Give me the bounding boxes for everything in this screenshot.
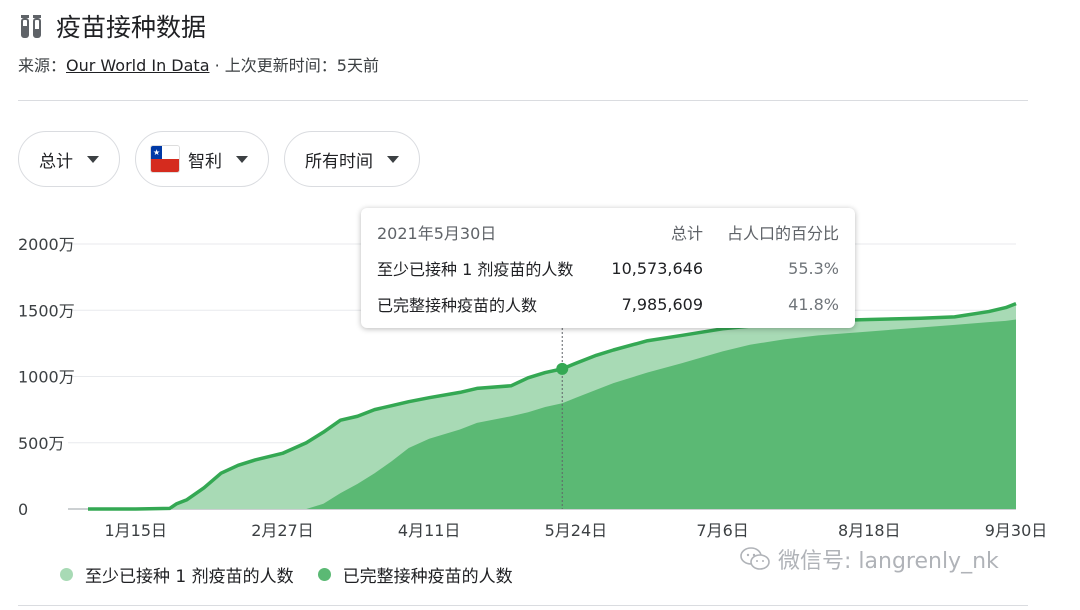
watermark: 微信号: langrenly_nk: [740, 543, 999, 575]
legend-label: 已完整接种疫苗的人数: [342, 567, 513, 587]
x-tick-label: 4月11日: [398, 521, 461, 540]
x-tick-label: 1月15日: [104, 521, 167, 540]
tooltip-row-label: 已完整接种疫苗的人数: [377, 296, 538, 315]
tooltip-col-pct: 占人口的百分比: [726, 224, 839, 243]
metric-label: 总计: [39, 151, 73, 172]
vaccine-icon: [21, 15, 41, 38]
page-title: 疫苗接种数据: [56, 13, 207, 42]
tooltip-row-pct: 55.3%: [788, 258, 839, 278]
chevron-down-icon: [387, 155, 399, 163]
divider: [18, 605, 1028, 606]
source-link[interactable]: Our World In Data: [66, 56, 209, 75]
x-tick-label: 9月30日: [985, 521, 1048, 540]
tooltip-row-pct: 41.8%: [788, 294, 839, 314]
tooltip-row: 至少已接种 1 剂疫苗的人数 10,573,646 55.3%: [377, 256, 839, 280]
tooltip-col-total: 总计: [670, 224, 703, 243]
wechat-icon: [740, 547, 770, 570]
chile-flag-icon: ★: [150, 145, 180, 173]
legend-item-first-dose[interactable]: 至少已接种 1 剂疫苗的人数: [60, 562, 294, 587]
y-tick-label: 500万: [18, 434, 65, 453]
legend-swatch: [60, 568, 73, 581]
time-label: 所有时间: [305, 151, 373, 172]
country-label: 智利: [188, 151, 222, 172]
source-prefix: 来源：: [18, 56, 67, 75]
tooltip-row-label: 至少已接种 1 剂疫苗的人数: [377, 260, 574, 279]
hover-point: [556, 362, 569, 375]
tooltip-row: 已完整接种疫苗的人数 7,985,609 41.8%: [377, 292, 839, 316]
x-tick-label: 7月6日: [696, 521, 748, 540]
legend-label: 至少已接种 1 剂疫苗的人数: [85, 567, 294, 587]
y-tick-label: 1500万: [18, 301, 75, 320]
last-updated: · 上次更新时间：5天前: [209, 56, 379, 75]
tooltip-row-total: 10,573,646: [611, 258, 703, 278]
x-tick-label: 8月18日: [838, 521, 901, 540]
tooltip-date: 2021年5月30日: [377, 224, 497, 243]
metric-dropdown[interactable]: 总计: [18, 131, 120, 187]
legend-item-fully-vaccinated[interactable]: 已完整接种疫苗的人数: [317, 562, 513, 587]
y-tick-label: 1000万: [18, 368, 75, 387]
legend-swatch: [317, 568, 331, 581]
y-tick-label: 2000万: [18, 235, 75, 254]
chart-tooltip: 2021年5月30日 总计 占人口的百分比 至少已接种 1 剂疫苗的人数 10,…: [361, 208, 855, 328]
chart-legend: 至少已接种 1 剂疫苗的人数 已完整接种疫苗的人数: [60, 562, 537, 587]
chevron-down-icon: [87, 155, 99, 163]
x-tick-label: 2月27日: [251, 521, 314, 540]
source-line: 来源：Our World In Data · 上次更新时间：5天前: [18, 52, 379, 76]
time-range-dropdown[interactable]: 所有时间: [284, 131, 420, 187]
chevron-down-icon: [236, 155, 248, 163]
header: 疫苗接种数据: [18, 8, 206, 44]
y-tick-label: 0: [18, 500, 28, 519]
tooltip-row-total: 7,985,609: [621, 294, 703, 314]
country-dropdown[interactable]: ★ 智利: [135, 131, 269, 187]
x-tick-label: 5月24日: [545, 521, 608, 540]
watermark-text: 微信号: langrenly_nk: [778, 549, 999, 574]
divider: [18, 100, 1028, 101]
